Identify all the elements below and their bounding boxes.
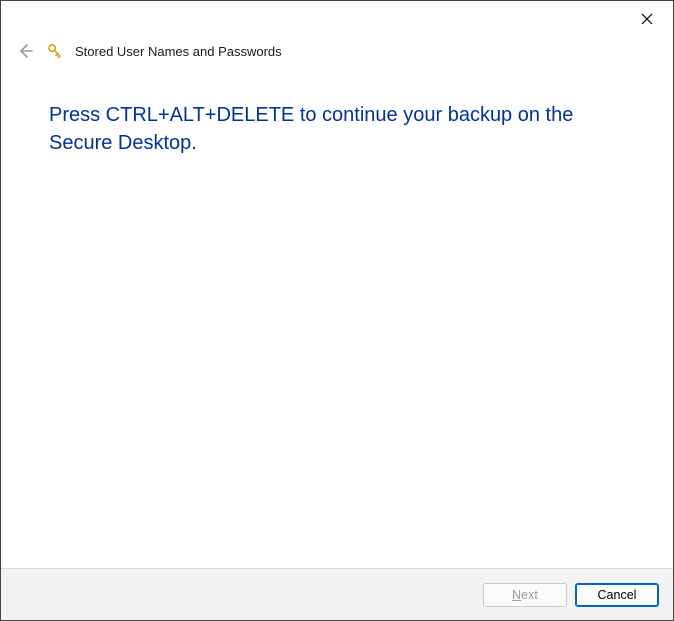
key-icon — [45, 41, 65, 61]
back-button[interactable] — [15, 41, 35, 61]
dialog-window: Stored User Names and Passwords Press CT… — [0, 0, 674, 621]
close-button[interactable] — [631, 7, 663, 31]
footer-bar: Next Cancel — [1, 568, 673, 620]
content-area: Press CTRL+ALT+DELETE to continue your b… — [1, 73, 673, 568]
next-label-rest: ext — [521, 588, 538, 602]
close-icon — [641, 13, 653, 25]
next-button: Next — [483, 583, 567, 607]
titlebar — [1, 1, 673, 33]
next-mnemonic: N — [512, 588, 521, 602]
instruction-text: Press CTRL+ALT+DELETE to continue your b… — [49, 101, 625, 157]
arrow-left-icon — [16, 42, 34, 60]
header-row: Stored User Names and Passwords — [1, 33, 673, 73]
cancel-button[interactable]: Cancel — [575, 583, 659, 607]
page-title: Stored User Names and Passwords — [75, 44, 282, 59]
